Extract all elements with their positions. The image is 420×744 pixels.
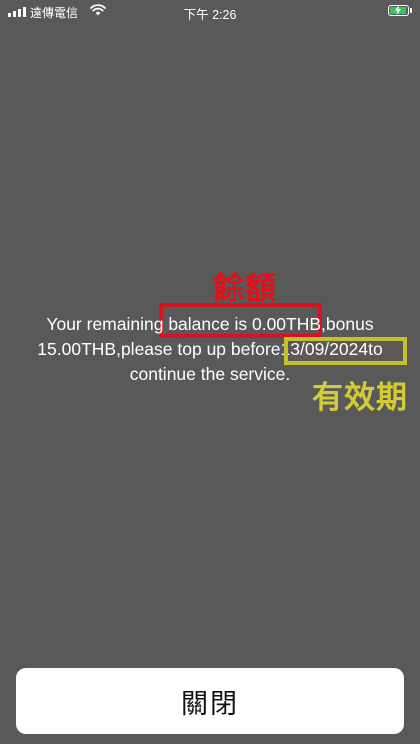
status-time: 下午 2:26 — [183, 8, 237, 22]
battery-cap — [410, 8, 412, 13]
status-bar: 遠傳電信 下午 2:26 — [0, 0, 420, 22]
balance-annotation-label: 餘額 — [213, 271, 277, 306]
screen: 遠傳電信 下午 2:26 餘額 Your remaining balance i… — [0, 0, 420, 744]
battery-charging-icon — [388, 5, 409, 16]
close-button-label: 關閉 — [181, 688, 239, 720]
close-button[interactable]: 關閉 — [16, 668, 404, 734]
expiry-annotation-label: 有效期 — [312, 380, 408, 415]
expiry-highlight-box — [284, 337, 407, 365]
charging-bolt-icon — [395, 5, 401, 15]
